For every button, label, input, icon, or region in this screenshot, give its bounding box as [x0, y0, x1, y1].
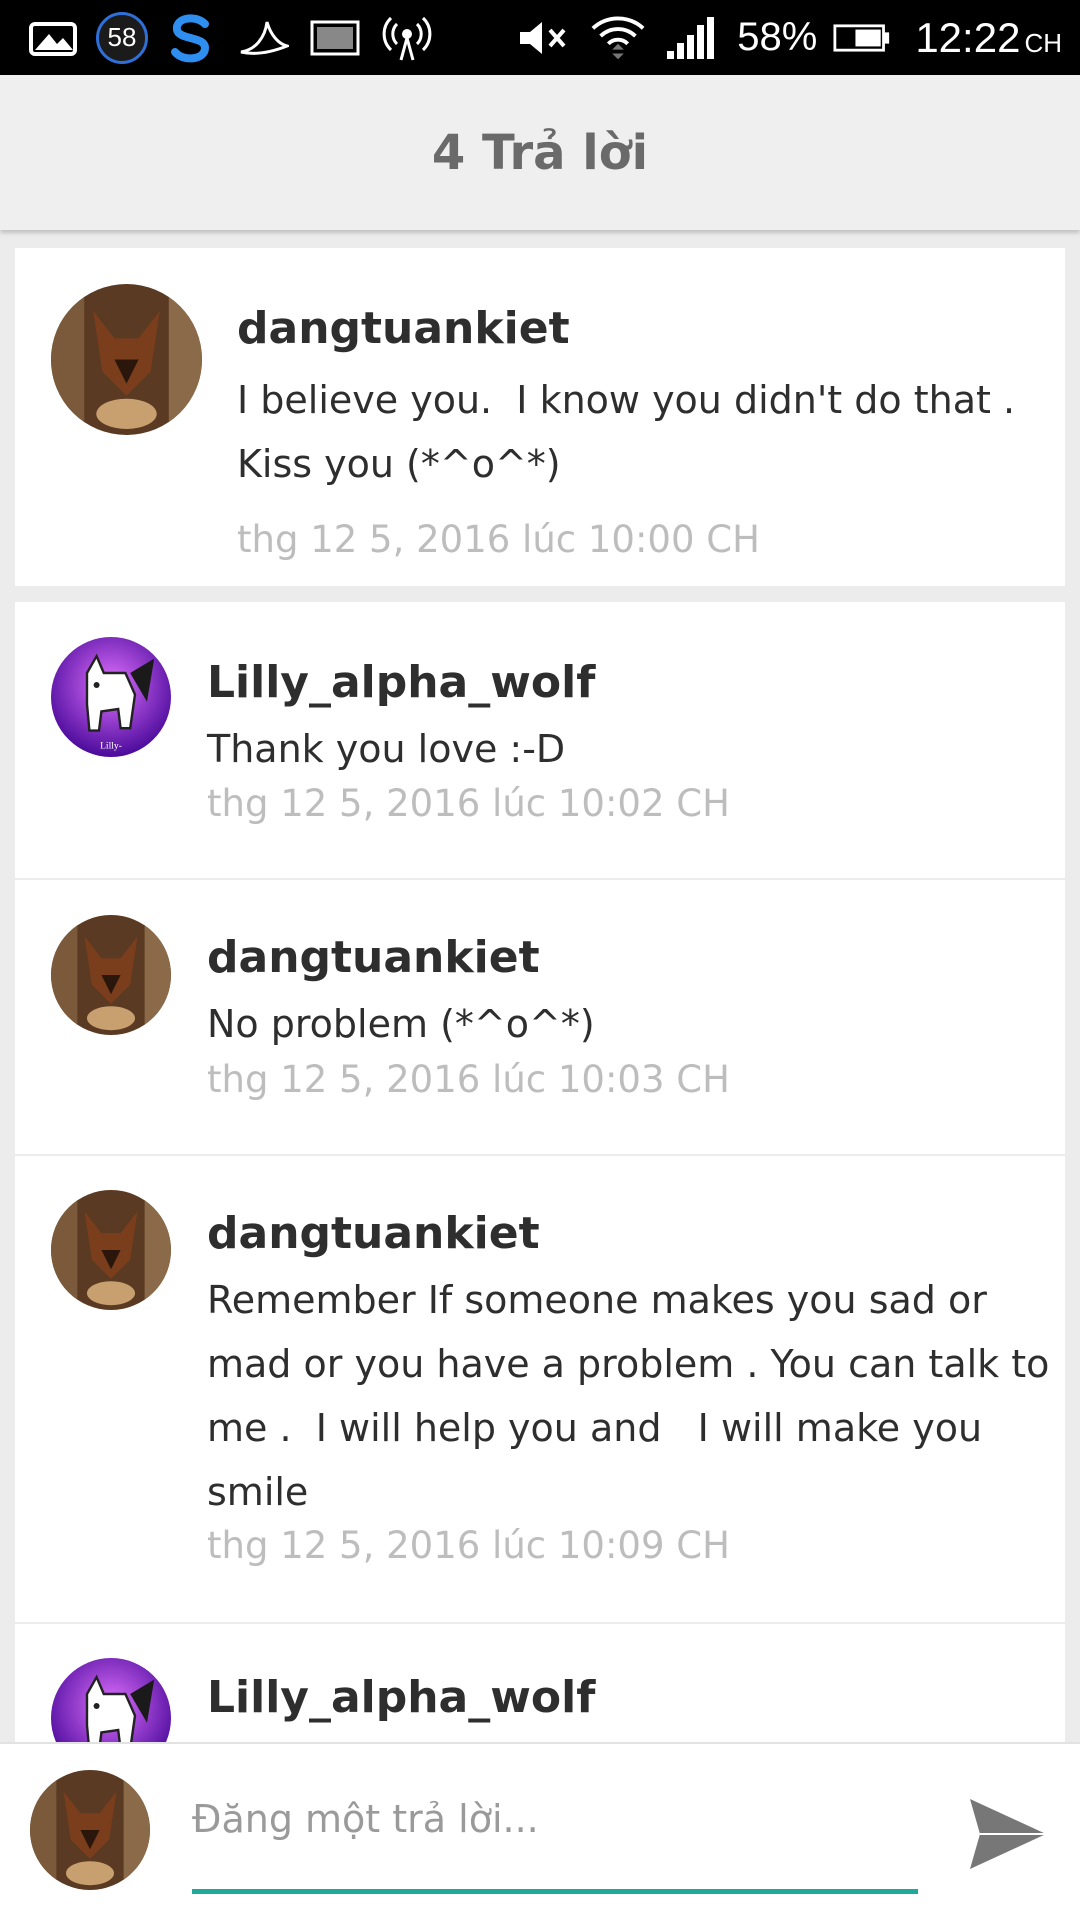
status-bar: 58 58% 12:22 CH [0, 0, 1080, 75]
avatar-caption: Lilly- [100, 741, 122, 752]
input-underline [192, 1889, 918, 1894]
comment-author[interactable]: dangtuankiet [207, 1208, 540, 1259]
comment-author[interactable]: Lilly_alpha_wolf [207, 657, 595, 708]
comment-timestamp: thg 12 5, 2016 lúc 10:02 CH [207, 782, 730, 825]
comment-message: Remember If someone makes you sad or mad… [207, 1278, 1050, 1514]
replies-card: Lilly- Lilly_alpha_wolf Thank you love :… [15, 602, 1065, 1742]
page-title: 4 Trả lời [431, 124, 649, 181]
s-logo-icon [162, 13, 220, 63]
comment-author[interactable]: dangtuankiet [207, 932, 540, 983]
hotspot-icon [378, 13, 436, 63]
clock-suffix: CH [1024, 27, 1062, 58]
comment-message: No problem (*^o^*) [207, 1002, 595, 1046]
wifi-icon [589, 13, 647, 63]
comment-message: Thank you love :-D [207, 727, 566, 771]
reply-list[interactable]: dangtuankiet I believe you. I know you d… [0, 230, 1080, 1742]
comment-timestamp: thg 12 5, 2016 lúc 10:03 CH [207, 1058, 730, 1101]
reply-composer [0, 1742, 1080, 1922]
wolf-avatar[interactable] [51, 915, 171, 1035]
image-icon [306, 13, 364, 63]
send-button[interactable] [958, 1784, 1058, 1884]
wolf-avatar[interactable] [51, 1190, 171, 1310]
divider [15, 878, 1065, 880]
clock: 12:22 CH [915, 14, 1062, 62]
mute-icon [515, 13, 573, 63]
original-post-card[interactable]: dangtuankiet I believe you. I know you d… [15, 248, 1065, 586]
notification-count-badge: 58 [96, 11, 148, 64]
app-header: 4 Trả lời [0, 75, 1080, 230]
white-wolf-avatar[interactable] [51, 1658, 171, 1742]
battery-percent: 58% [737, 15, 818, 59]
swallow-icon [234, 13, 292, 63]
divider [15, 1154, 1065, 1156]
comment-timestamp: thg 12 5, 2016 lúc 10:00 CH [237, 518, 760, 561]
clock-time: 12:22 [915, 13, 1021, 61]
comment-message: I believe you. I know you didn't do that… [237, 378, 1016, 486]
comment-author[interactable]: dangtuankiet [237, 303, 570, 354]
divider [15, 1622, 1065, 1624]
reply-input[interactable] [192, 1784, 912, 1854]
current-user-avatar [30, 1770, 150, 1890]
gallery-icon [24, 13, 82, 63]
comment-author[interactable]: Lilly_alpha_wolf [207, 1672, 595, 1723]
send-icon [970, 1799, 1046, 1869]
signal-icon [663, 13, 721, 63]
comment-timestamp: thg 12 5, 2016 lúc 10:09 CH [207, 1524, 730, 1567]
battery-icon [833, 13, 891, 63]
wolf-avatar[interactable] [51, 284, 202, 435]
white-wolf-avatar[interactable]: Lilly- [51, 637, 171, 757]
